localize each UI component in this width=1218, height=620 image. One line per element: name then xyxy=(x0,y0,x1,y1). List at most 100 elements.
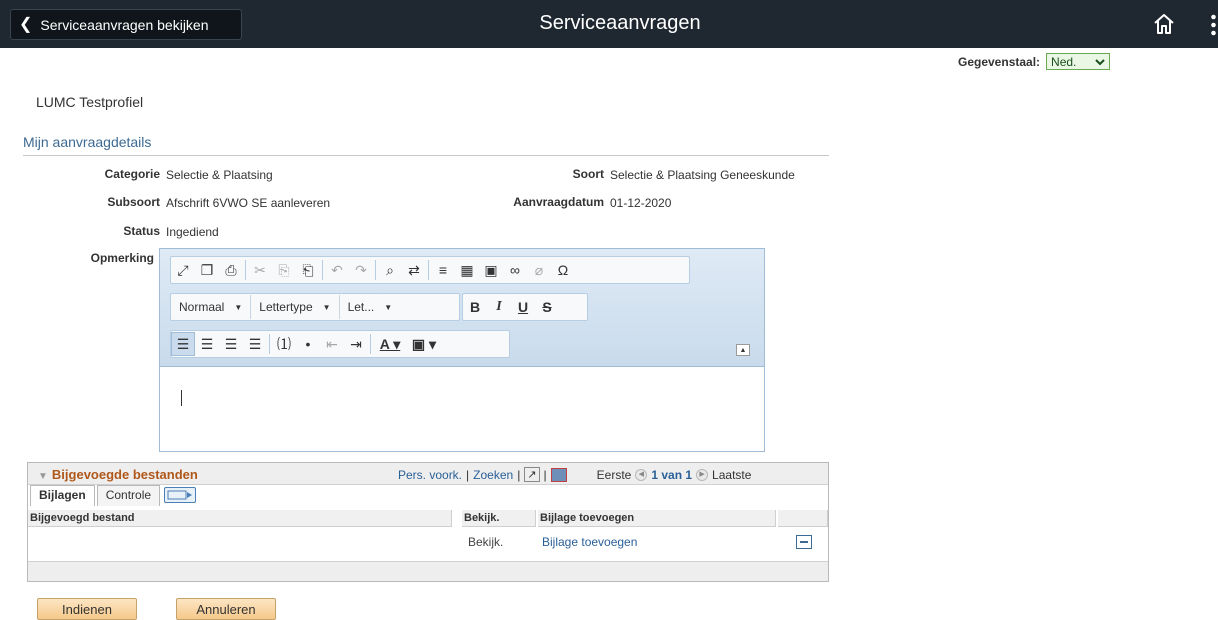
background-color-icon[interactable]: ▣ ▾ xyxy=(407,332,441,356)
cancel-button[interactable]: Annuleren xyxy=(176,598,276,620)
chevron-down-icon xyxy=(1095,58,1105,65)
add-attachment-link[interactable]: Bijlage toevoegen xyxy=(536,528,774,556)
grid-tabs: Bijlagen Controle xyxy=(28,485,828,507)
underline-icon[interactable]: U xyxy=(511,295,535,319)
text-style-group: B I U S xyxy=(462,293,588,321)
first-link[interactable]: Eerste xyxy=(597,468,632,482)
size-dropdown[interactable]: Let... ▼ xyxy=(340,295,401,319)
categorie-value: Selectie & Plaatsing xyxy=(166,168,273,182)
column-header-add: Bijlage toevoegen xyxy=(538,510,776,527)
bullet-list-icon[interactable]: • xyxy=(296,332,320,356)
soort-label: Soort xyxy=(572,167,604,181)
numbered-list-icon[interactable]: ⑴ xyxy=(272,332,296,356)
column-header-file: Bijgevoegd bestand xyxy=(28,510,452,527)
toolbar-separator xyxy=(322,260,323,280)
language-dropdown[interactable]: Ned. xyxy=(1046,53,1111,70)
show-all-columns-icon[interactable] xyxy=(164,487,197,503)
profile-name: LUMC Testprofiel xyxy=(36,94,144,110)
maximize-icon[interactable]: ⤢ xyxy=(171,258,195,282)
attachments-grid: ▼ Bijgevoegde bestanden Pers. voork. | Zo… xyxy=(27,462,829,582)
format-dropdown[interactable]: Normaal ▼ xyxy=(171,295,252,319)
link-icon[interactable]: ∞ xyxy=(503,258,527,282)
grid-header: ▼ Bijgevoegde bestanden Pers. voork. | Zo… xyxy=(28,463,828,485)
subsoort-label: Subsoort xyxy=(107,195,160,209)
toolbar-separator xyxy=(370,334,371,354)
previous-icon[interactable]: ◀ xyxy=(635,468,648,481)
status-label: Status xyxy=(123,224,160,238)
nav-separator: | xyxy=(543,467,547,482)
indent-icon[interactable]: ⇥ xyxy=(344,332,368,356)
undo-icon[interactable]: ↶ xyxy=(325,258,349,282)
replace-icon[interactable]: ⇄ xyxy=(402,258,426,282)
tab-bijlagen[interactable]: Bijlagen xyxy=(30,485,95,506)
dropdown-arrow-icon: ▼ xyxy=(234,302,243,312)
page-range: 1 van 1 xyxy=(651,467,693,482)
column-header-actions xyxy=(778,510,828,527)
special-character-icon[interactable]: Ω xyxy=(551,258,575,282)
language-value: Ned. xyxy=(1051,54,1077,69)
status-value: Ingediend xyxy=(166,225,219,239)
italic-icon[interactable]: I xyxy=(487,295,511,319)
grid-navigation: Pers. voork. | Zoeken | ↗ | Eerste ◀ 1 v… xyxy=(398,467,751,482)
home-icon[interactable] xyxy=(1152,12,1176,36)
personalize-link[interactable]: Pers. voork. xyxy=(398,468,462,482)
grid-footer xyxy=(28,561,828,581)
last-link[interactable]: Laatste xyxy=(712,468,751,482)
format-dropdown-value: Normaal xyxy=(179,300,225,314)
text-color-icon[interactable]: A ▾ xyxy=(373,332,407,356)
align-justify-icon[interactable]: ☰ xyxy=(243,332,267,356)
table-icon[interactable]: ▦ xyxy=(455,258,479,282)
preview-icon[interactable]: ❐ xyxy=(195,258,219,282)
new-window-icon[interactable]: ↗ xyxy=(524,467,540,482)
bold-icon[interactable]: B xyxy=(463,295,487,319)
redo-icon[interactable]: ↷ xyxy=(349,258,373,282)
dropdown-arrow-icon: ▼ xyxy=(322,302,331,312)
align-right-icon[interactable]: ☰ xyxy=(219,332,243,356)
more-vertical-icon[interactable] xyxy=(1209,13,1218,37)
cut-icon[interactable]: ✂ xyxy=(248,258,272,282)
editor-toolbar: ⤢ ❐ ⎙ ✂ ⎘ ⎗ ↶ ↷ ⌕ ⇄ ≡ ▦ ▣ ∞ ⌀ Ω Normaal ▼… xyxy=(160,249,764,367)
align-left-icon[interactable]: ☰ xyxy=(171,332,195,356)
delete-row-cell xyxy=(790,528,830,556)
grid-title[interactable]: ▼ Bijgevoegde bestanden xyxy=(38,467,198,482)
size-dropdown-value: Let... xyxy=(347,300,375,314)
top-bar: ❮ Serviceaanvragen bekijken Serviceaanvr… xyxy=(0,0,1218,48)
delete-row-icon[interactable] xyxy=(796,535,812,549)
collapse-triangle-icon: ▼ xyxy=(38,471,48,482)
font-dropdown[interactable]: Lettertype ▼ xyxy=(251,295,340,319)
language-selector: Gegevenstaal: Ned. xyxy=(958,53,1111,70)
format-combo-group: Normaal ▼ Lettertype ▼ Let... ▼ xyxy=(170,293,460,321)
editor-content[interactable] xyxy=(160,367,764,451)
rich-text-editor: ⤢ ❐ ⎙ ✂ ⎘ ⎗ ↶ ↷ ⌕ ⇄ ≡ ▦ ▣ ∞ ⌀ Ω Normaal ▼… xyxy=(159,248,765,452)
language-label: Gegevenstaal: xyxy=(958,54,1041,69)
cell-file xyxy=(28,528,452,556)
find-icon[interactable]: ⌕ xyxy=(378,258,402,282)
toolbar-separator xyxy=(375,260,376,280)
paste-icon[interactable]: ⎗ xyxy=(296,258,320,282)
nav-separator: | xyxy=(466,467,470,482)
nav-separator: | xyxy=(517,467,521,482)
unlink-icon[interactable]: ⌀ xyxy=(527,258,551,282)
copy-icon[interactable]: ⎘ xyxy=(272,258,296,282)
collapse-toolbar-icon[interactable]: ▲ xyxy=(736,344,750,356)
strikethrough-icon[interactable]: S xyxy=(535,295,559,319)
tab-controle[interactable]: Controle xyxy=(96,485,161,506)
next-icon[interactable]: ▶ xyxy=(696,468,709,481)
horizontal-line-icon[interactable]: ≡ xyxy=(431,258,455,282)
categorie-label: Categorie xyxy=(104,167,160,181)
submit-button[interactable]: Indienen xyxy=(37,598,137,620)
print-icon[interactable]: ⎙ xyxy=(219,258,243,282)
section-title: Mijn aanvraagdetails xyxy=(23,134,152,150)
column-header-view: Bekijk. xyxy=(462,510,536,527)
search-link[interactable]: Zoeken xyxy=(473,468,513,482)
view-button[interactable]: Bekijk. xyxy=(462,528,536,556)
align-center-icon[interactable]: ☰ xyxy=(195,332,219,356)
toolbar-row-1: ⤢ ❐ ⎙ ✂ ⎘ ⎗ ↶ ↷ ⌕ ⇄ ≡ ▦ ▣ ∞ ⌀ Ω xyxy=(170,256,690,284)
image-icon[interactable]: ▣ xyxy=(479,258,503,282)
aanvraagdatum-label: Aanvraagdatum xyxy=(513,195,604,209)
dropdown-arrow-icon: ▼ xyxy=(384,302,393,312)
download-grid-icon[interactable] xyxy=(550,467,567,482)
opmerking-label: Opmerking xyxy=(90,251,154,265)
outdent-icon[interactable]: ⇤ xyxy=(320,332,344,356)
soort-value: Selectie & Plaatsing Geneeskunde xyxy=(610,168,795,182)
